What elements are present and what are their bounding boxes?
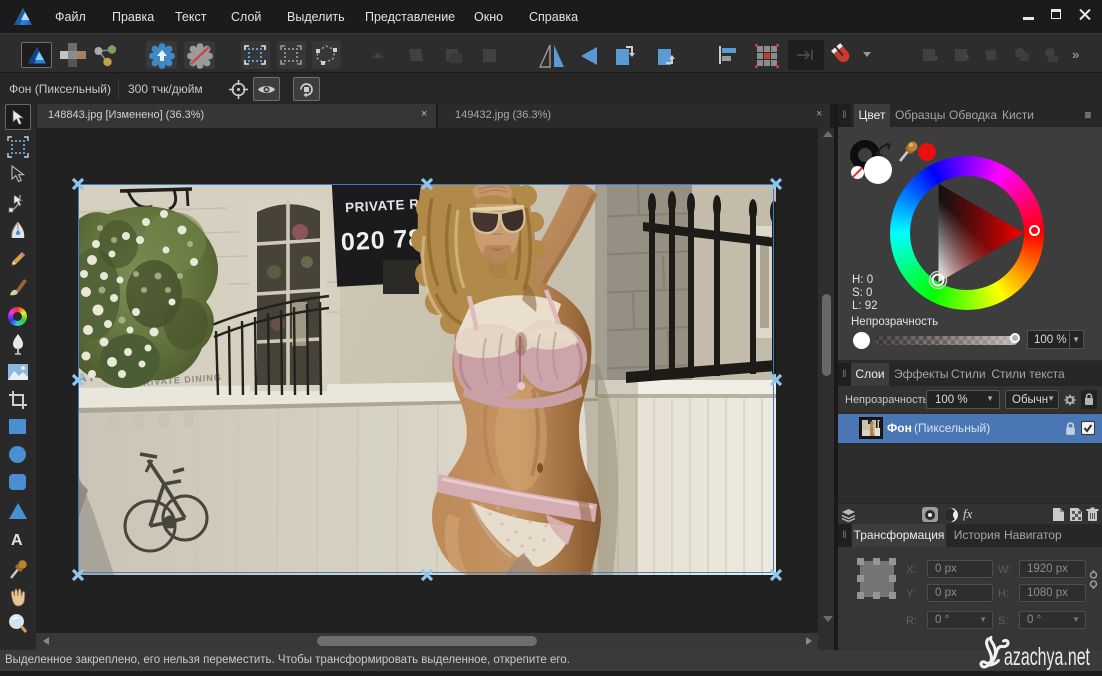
svg-text:azachya.net: azachya.net	[1004, 643, 1090, 671]
